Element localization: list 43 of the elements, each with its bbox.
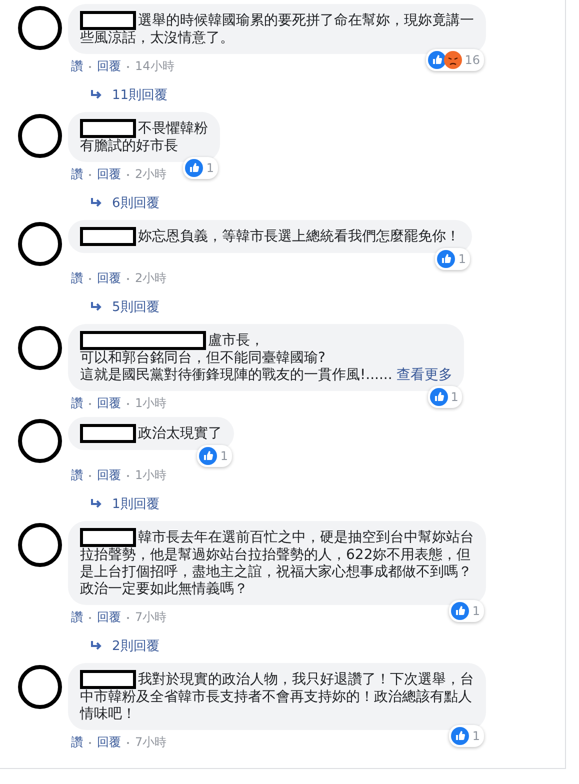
comment-text: 可以和郭台銘同台，但不能同臺韓國瑜?	[80, 350, 326, 367]
comment-text: 不畏懼韓粉	[138, 120, 208, 136]
like-link[interactable]: 讚	[71, 467, 83, 484]
comment-text: 拉抬聲勢，他是幫過妳站台拉抬聲勢的人，622妳不用表態，但	[80, 547, 472, 564]
comment-text: 我對於現實的政治人物，我只好退讚了！下次選舉，台	[138, 671, 474, 688]
view-replies-link[interactable]: 1則回覆	[112, 495, 160, 513]
comment-text: 選舉的時候韓國瑜累的要死拼了命在幫妳，現妳竟講一	[138, 12, 474, 28]
reply-link[interactable]: 回覆	[97, 166, 121, 183]
comment-text: 有膽試的好市長	[80, 138, 179, 155]
reaction-count: 1	[472, 728, 480, 744]
like-link[interactable]: 讚	[71, 734, 83, 751]
comment-text: 盧市長，	[208, 332, 264, 348]
comment-text: 政治太現實了	[138, 425, 222, 442]
like-link[interactable]: 讚	[71, 395, 83, 412]
reply-link[interactable]: 回覆	[97, 270, 121, 287]
like-link[interactable]: 讚	[71, 609, 83, 626]
reaction-count: 1	[450, 388, 458, 406]
reaction-count: 1	[458, 250, 466, 268]
like-link[interactable]: 讚	[71, 270, 83, 287]
view-replies-link[interactable]: 11則回覆	[112, 86, 168, 104]
reaction-count: 1	[220, 448, 228, 464]
comment-text: 情味吧！	[80, 706, 137, 723]
reply-link[interactable]: 回覆	[97, 58, 121, 75]
reaction-count: 1	[206, 160, 214, 176]
comment-text: 妳忘恩負義，等韓市長選上總統看我們怎麼罷免你！	[138, 228, 460, 244]
see-more-link[interactable]: 查看更多	[396, 367, 452, 383]
view-replies-link[interactable]: 5則回覆	[112, 298, 160, 316]
view-replies-link[interactable]: 6則回覆	[112, 194, 160, 212]
reply-link[interactable]: 回覆	[97, 734, 121, 751]
like-link[interactable]: 讚	[71, 166, 83, 183]
like-link[interactable]: 讚	[71, 58, 83, 75]
reply-link[interactable]: 回覆	[97, 395, 121, 412]
comment-text: 中市韓粉及全省韓市長支持者不會再支持妳的！政治總該有點人	[80, 689, 473, 706]
comment-text: 是上台打個招呼，盡地主之誼，祝福大家心想事成都做不到嗎？	[80, 564, 473, 581]
view-replies-link[interactable]: 2則回覆	[112, 637, 160, 655]
comment-text: 韓市長去年在選前百忙之中，硬是抽空到台中幫妳站台	[138, 529, 474, 546]
comment-text: 政治一定要如此無情義嗎？	[80, 581, 249, 598]
reaction-count: 1	[472, 602, 480, 620]
reply-link[interactable]: 回覆	[97, 609, 121, 626]
comment-text: 些風涼話，太沒情意了。	[80, 30, 235, 47]
reaction-count: 16	[464, 52, 480, 68]
comment-text: 這就是國民黨對待衝鋒現陣的戰友的一貫作風!......	[80, 367, 392, 383]
reply-link[interactable]: 回覆	[97, 467, 121, 484]
